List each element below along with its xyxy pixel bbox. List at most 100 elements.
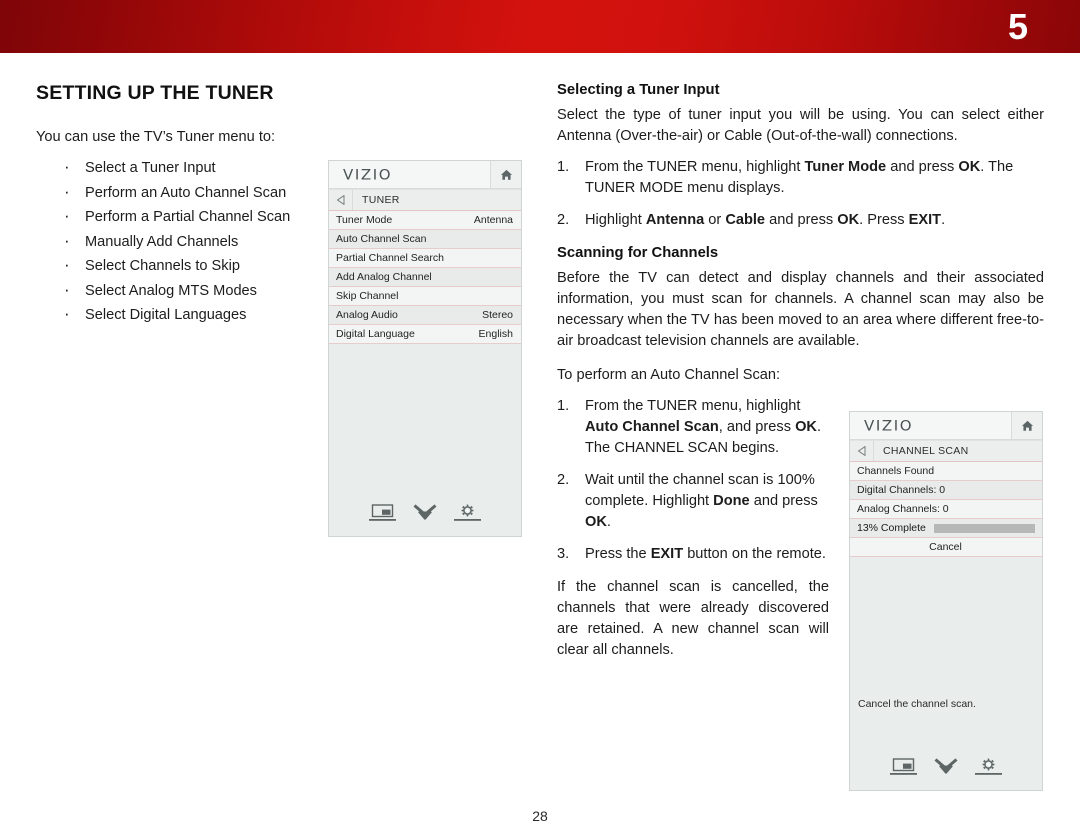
row-channels-found: Channels Found (850, 462, 1042, 481)
gear-icon[interactable] (454, 504, 481, 526)
list-item: Select Digital Languages (36, 302, 331, 328)
menu-item-value: Antenna (473, 214, 513, 226)
menu-item-analog-audio[interactable]: Analog Audio Stereo (329, 306, 521, 325)
menu-item-skip-channel[interactable]: Skip Channel (329, 287, 521, 306)
heading-scanning-for-channels: Scanning for Channels (557, 245, 719, 261)
step-text-c: button on the remote. (683, 546, 826, 562)
breadcrumb-label: CHANNEL SCAN (883, 445, 969, 457)
step-text-d: OK (585, 514, 607, 530)
step-text-c: , and press (718, 419, 796, 435)
step-text-e: and press (765, 212, 838, 228)
step-text-d: OK (958, 159, 981, 175)
menu-item-label: Partial Channel Search (336, 252, 444, 264)
double-chevron-down-icon[interactable] (413, 504, 437, 526)
tuner-menu-rows: Tuner Mode Antenna Auto Channel Scan Par… (329, 211, 521, 344)
step-text-e: . (606, 514, 611, 530)
picture-in-picture-icon[interactable] (890, 758, 917, 780)
step-text-b: EXIT (650, 546, 684, 562)
step-text-b: Auto Channel Scan (585, 419, 719, 435)
page-number: 28 (532, 808, 548, 824)
menu-item-value: Stereo (482, 309, 513, 321)
steps-auto-channel-scan: From the TUNER menu, highlight Auto Chan… (557, 396, 829, 565)
step-item: Press the EXIT button on the remote. (557, 544, 829, 565)
back-arrow-icon[interactable] (329, 190, 353, 210)
menu-item-value: English (478, 328, 513, 340)
intro-text: You can use the TV’s Tuner menu to: (36, 129, 276, 145)
step-text-b: Done (713, 493, 750, 509)
list-item: Select a Tuner Input (36, 155, 331, 181)
menu-item-add-analog-channel[interactable]: Add Analog Channel (329, 268, 521, 287)
menu-item-digital-language[interactable]: Digital Language English (329, 325, 521, 344)
step-text-a: Press the (585, 546, 651, 562)
osd-body (329, 344, 521, 536)
osd-body: Cancel the channel scan. (850, 557, 1042, 790)
step-text-c: or (704, 212, 726, 228)
lead-in-auto-scan: To perform an Auto Channel Scan: (557, 367, 781, 383)
row-label: Channels Found (857, 465, 935, 477)
menu-item-label: Tuner Mode (336, 214, 393, 226)
menu-item-tuner-mode[interactable]: Tuner Mode Antenna (329, 211, 521, 230)
step-item: From the TUNER menu, highlight Auto Chan… (557, 396, 829, 459)
picture-in-picture-icon[interactable] (369, 504, 396, 526)
heading-selecting-tuner-input: Selecting a Tuner Input (557, 82, 720, 98)
scan-hint-text: Cancel the channel scan. (858, 698, 976, 710)
step-text-f: OK (837, 212, 860, 228)
channel-scan-osd-panel: VIZIO CHANNEL SCAN Channels Found Digita… (849, 411, 1043, 791)
left-column: SETTING UP THE TUNER You can use the TV’… (36, 82, 331, 328)
breadcrumb: TUNER (329, 189, 521, 211)
gear-icon[interactable] (975, 758, 1002, 780)
osd-title-bar: VIZIO (329, 161, 521, 189)
cancel-button[interactable]: Cancel (850, 538, 1042, 557)
row-label: Analog Channels: 0 (857, 503, 949, 515)
step-item: Wait until the channel scan is 100% comp… (557, 470, 829, 533)
step-text-c: and press (749, 493, 818, 509)
vizio-logo: VIZIO (850, 412, 1011, 439)
vizio-wordmark: VIZIO (343, 166, 393, 183)
page-title: SETTING UP THE TUNER (36, 82, 274, 104)
tuner-osd-panel: VIZIO TUNER Tuner Mode Antenna Auto Chan… (328, 160, 522, 537)
row-analog-channels: Analog Channels: 0 (850, 500, 1042, 519)
list-item: Perform a Partial Channel Scan (36, 204, 331, 230)
paragraph-tuner-input: Select the type of tuner input you will … (557, 107, 1044, 144)
row-digital-channels: Digital Channels: 0 (850, 481, 1042, 500)
list-item: Perform an Auto Channel Scan (36, 180, 331, 206)
step-text-d: Cable (725, 212, 766, 228)
chapter-header-band: 5 (0, 0, 1080, 53)
step-text-b: Antenna (645, 212, 705, 228)
breadcrumb: CHANNEL SCAN (850, 440, 1042, 462)
step-text-b: Tuner Mode (804, 159, 887, 175)
menu-item-label: Add Analog Channel (336, 271, 432, 283)
menu-item-label: Skip Channel (336, 290, 399, 302)
paragraph-scanning: Before the TV can detect and display cha… (557, 270, 1044, 349)
osd-title-bar: VIZIO (850, 412, 1042, 440)
list-item: Manually Add Channels (36, 229, 331, 255)
step-item: From the TUNER menu, highlight Tuner Mod… (557, 157, 1044, 199)
scan-progress-row: 13% Complete (850, 519, 1042, 538)
progress-bar (933, 523, 1035, 533)
vizio-logo: VIZIO (329, 161, 490, 188)
progress-label: 13% Complete (857, 522, 926, 534)
tuner-feature-list: Select a Tuner Input Perform an Auto Cha… (36, 155, 331, 328)
home-icon[interactable] (1011, 412, 1042, 439)
row-label: Digital Channels: 0 (857, 484, 946, 496)
step-item: Highlight Antenna or Cable and press OK.… (557, 210, 1044, 231)
double-chevron-down-icon[interactable] (934, 758, 958, 780)
back-arrow-icon[interactable] (850, 441, 874, 461)
menu-item-auto-channel-scan[interactable]: Auto Channel Scan (329, 230, 521, 249)
step-text-g: . Press (859, 212, 909, 228)
menu-item-partial-channel-search[interactable]: Partial Channel Search (329, 249, 521, 268)
osd-footer-icons (850, 758, 1042, 780)
list-item: Select Channels to Skip (36, 253, 331, 279)
step-text-a: From the TUNER menu, highlight (585, 159, 805, 175)
step-text-a: From the TUNER menu, highlight (585, 398, 801, 414)
step-text-i: . (941, 212, 946, 228)
vizio-wordmark: VIZIO (864, 417, 914, 434)
step-text-c: and press (886, 159, 959, 175)
list-item: Select Analog MTS Modes (36, 278, 331, 304)
home-icon[interactable] (490, 161, 521, 188)
step-text-a: Highlight (585, 212, 646, 228)
steps-tuner-input: From the TUNER menu, highlight Tuner Mod… (557, 157, 1044, 231)
menu-item-label: Analog Audio (336, 309, 398, 321)
breadcrumb-label: TUNER (362, 194, 400, 206)
menu-item-label: Auto Channel Scan (336, 233, 427, 245)
